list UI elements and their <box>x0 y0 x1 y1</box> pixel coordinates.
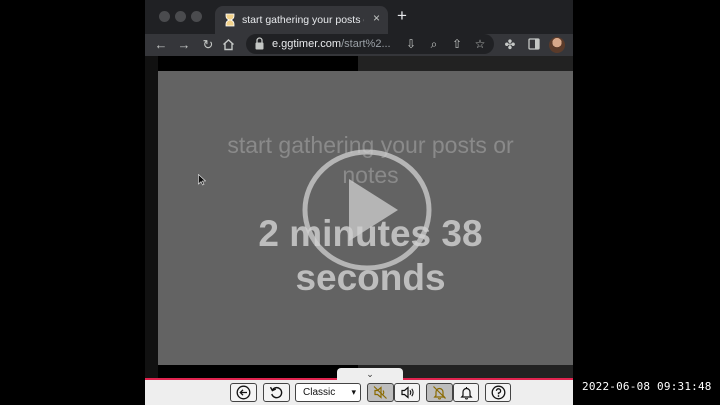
letterbox-top-right <box>358 56 573 71</box>
profile-avatar[interactable] <box>549 37 565 53</box>
reload-icon[interactable]: ↻ <box>200 36 216 54</box>
timer-controls: ⌄ Classic ▾ <box>145 368 573 405</box>
help-icon <box>491 385 505 400</box>
tab-title: start gathering your posts or n <box>242 14 364 26</box>
share-icon[interactable]: ⇧ <box>449 36 465 52</box>
browser-tab[interactable]: start gathering your posts or n × <box>215 6 388 34</box>
url-text[interactable]: e.ggtimer.com/start%2... <box>272 37 391 51</box>
page-content: start gathering your posts or notes 2 mi… <box>145 56 573 380</box>
new-tab-button[interactable]: + <box>397 6 407 26</box>
window-close-dot[interactable] <box>159 11 170 22</box>
bell-icon <box>459 387 473 400</box>
install-icon[interactable]: ⇩ <box>403 36 419 52</box>
bell-off-icon <box>433 386 446 400</box>
alarm-button[interactable] <box>453 383 479 402</box>
home-icon[interactable] <box>222 38 235 51</box>
timer-stage[interactable]: start gathering your posts or notes 2 mi… <box>158 71 573 365</box>
mute-button[interactable] <box>367 383 394 402</box>
restart-icon <box>269 386 283 399</box>
letterbox-top <box>158 56 358 71</box>
mode-select-value: Classic <box>303 387 336 398</box>
volume-button[interactable] <box>394 383 420 402</box>
chevron-down-icon: ▾ <box>351 387 356 397</box>
lock-icon[interactable] <box>255 37 264 50</box>
browser-toolbar: ← → ↻ e.ggtimer.com/start%2... ⇩ ⌕ ⇧ ☆ ✤ <box>145 34 573 56</box>
url-host: e.ggtimer.com <box>272 38 342 50</box>
browser-window: start gathering your posts or n × + ← → … <box>145 0 573 405</box>
window-zoom-dot[interactable] <box>191 11 202 22</box>
hourglass-favicon-icon <box>225 13 235 27</box>
play-icon[interactable] <box>302 149 432 271</box>
help-button[interactable] <box>485 383 511 402</box>
tab-close-icon[interactable]: × <box>373 11 380 25</box>
back-icon[interactable]: ← <box>153 36 169 54</box>
url-path: /start%2... <box>341 38 391 50</box>
mute-icon <box>373 386 387 399</box>
restart-button[interactable] <box>263 383 290 402</box>
extensions-icon[interactable]: ✤ <box>502 36 518 54</box>
window-minimize-dot[interactable] <box>175 11 186 22</box>
mouse-cursor-icon <box>198 174 206 186</box>
sidebar-icon[interactable] <box>528 38 540 50</box>
star-icon[interactable]: ☆ <box>472 36 488 52</box>
tab-strip: start gathering your posts or n × + <box>145 0 573 34</box>
volume-icon <box>400 386 414 399</box>
zoom-icon[interactable]: ⌕ <box>426 36 442 52</box>
alarm-off-button[interactable] <box>426 383 453 402</box>
circle-arrow-left-icon <box>236 385 251 400</box>
collapse-controls-button[interactable]: ⌄ <box>337 368 403 380</box>
back-button[interactable] <box>230 383 257 402</box>
recording-timestamp: 2022-06-08 09:31:48 <box>582 380 712 393</box>
forward-icon[interactable]: → <box>176 36 192 54</box>
mode-select[interactable]: Classic ▾ <box>295 383 361 402</box>
address-bar[interactable]: e.ggtimer.com/start%2... ⇩ ⌕ ⇧ ☆ <box>246 34 494 54</box>
